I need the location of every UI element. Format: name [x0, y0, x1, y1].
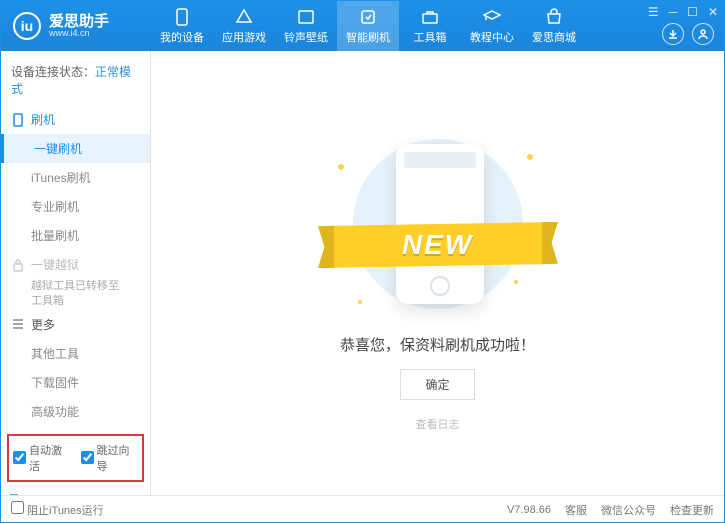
menu-jailbreak[interactable]: 一键越狱 [1, 250, 150, 279]
nav-my-device[interactable]: 我的设备 [151, 1, 213, 51]
window-controls: ☰ ─ ☐ ✕ [648, 5, 718, 19]
nav-store[interactable]: 爱思商城 [523, 1, 585, 51]
phone-icon [11, 113, 25, 127]
statusbar: 阻止iTunes运行 V7.98.66 客服 微信公众号 检查更新 [1, 495, 724, 523]
checkbox-auto-activate[interactable]: 自动激活 [13, 442, 71, 474]
ok-button[interactable]: 确定 [400, 369, 474, 400]
logo-icon: iu [13, 12, 41, 40]
toolbox-icon [421, 8, 439, 26]
user-button[interactable] [692, 23, 714, 45]
wallpaper-icon [297, 8, 315, 26]
sidebar-item-advanced[interactable]: 高级功能 [31, 397, 150, 426]
download-icon [667, 28, 679, 40]
phone-small-icon [9, 494, 19, 495]
logo: iu 爱思助手 www.i4.cn [1, 12, 151, 40]
sidebar-item-itunes-flash[interactable]: iTunes刷机 [31, 163, 150, 192]
titlebar: iu 爱思助手 www.i4.cn 我的设备 应用游戏 铃声壁纸 智能刷机 工具… [1, 1, 724, 51]
sidebar-item-batch-flash[interactable]: 批量刷机 [31, 221, 150, 250]
view-log-link[interactable]: 查看日志 [416, 416, 460, 432]
minimize-icon[interactable]: ─ [669, 5, 678, 19]
store-icon [545, 8, 563, 26]
options-highlight: 自动激活 跳过向导 [7, 434, 144, 482]
sidebar-item-download-fw[interactable]: 下载固件 [31, 368, 150, 397]
checkbox-skip-guide[interactable]: 跳过向导 [81, 442, 139, 474]
version-label: V7.98.66 [507, 504, 551, 516]
success-message: 恭喜您，保资料刷机成功啦！ [340, 334, 535, 355]
device-icon [173, 8, 191, 26]
checkbox-block-itunes[interactable]: 阻止iTunes运行 [11, 501, 104, 518]
sidebar-item-other-tools[interactable]: 其他工具 [31, 339, 150, 368]
brand-subtitle: www.i4.cn [49, 29, 109, 38]
lock-icon [11, 258, 25, 272]
main-content: NEW 恭喜您，保资料刷机成功啦！ 确定 查看日志 [151, 51, 724, 495]
menu-icon[interactable]: ☰ [648, 5, 659, 19]
device-name[interactable]: iPhone 12 mini [9, 494, 142, 495]
jailbreak-note: 越狱工具已转移至 工具箱 [31, 279, 150, 310]
update-link[interactable]: 检查更新 [670, 502, 714, 518]
list-icon [11, 317, 25, 331]
user-icon [697, 28, 709, 40]
main-nav: 我的设备 应用游戏 铃声壁纸 智能刷机 工具箱 教程中心 爱思商城 [151, 1, 724, 51]
sidebar-item-pro-flash[interactable]: 专业刷机 [31, 192, 150, 221]
flash-icon [359, 8, 377, 26]
graduation-icon [483, 8, 501, 26]
success-illustration: NEW [328, 134, 548, 314]
nav-smart-flash[interactable]: 智能刷机 [337, 1, 399, 51]
sidebar-item-oneclick-flash[interactable]: 一键刷机 [1, 134, 150, 163]
sidebar: 设备连接状态：正常模式 刷机 一键刷机 iTunes刷机 专业刷机 批量刷机 一… [1, 51, 151, 495]
nav-tutorials[interactable]: 教程中心 [461, 1, 523, 51]
download-button[interactable] [662, 23, 684, 45]
close-icon[interactable]: ✕ [708, 5, 718, 19]
nav-ringtones[interactable]: 铃声壁纸 [275, 1, 337, 51]
maximize-icon[interactable]: ☐ [687, 5, 698, 19]
wechat-link[interactable]: 微信公众号 [601, 502, 656, 518]
brand-title: 爱思助手 [49, 14, 109, 29]
connection-state: 设备连接状态：正常模式 [1, 59, 150, 105]
device-panel: iPhone 12 mini 64GB Down-12mini-13,1 [1, 490, 150, 495]
new-ribbon: NEW [328, 224, 548, 266]
service-link[interactable]: 客服 [565, 502, 587, 518]
apps-icon [235, 8, 253, 26]
menu-more[interactable]: 更多 [1, 310, 150, 339]
nav-apps[interactable]: 应用游戏 [213, 1, 275, 51]
title-right-buttons [662, 23, 714, 45]
nav-toolbox[interactable]: 工具箱 [399, 1, 461, 51]
menu-flash[interactable]: 刷机 [1, 105, 150, 134]
